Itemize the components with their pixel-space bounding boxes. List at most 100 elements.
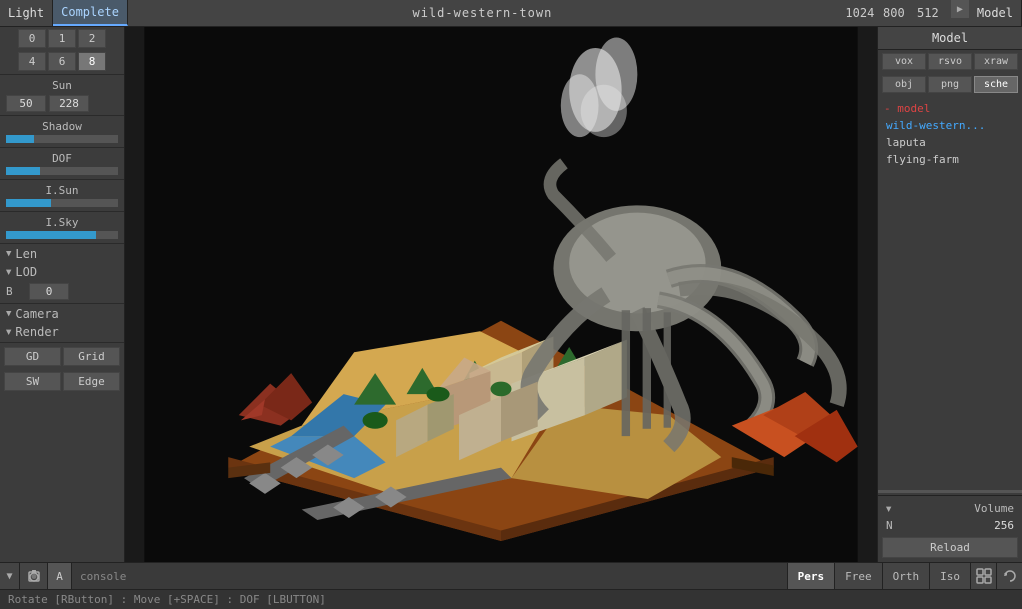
len-row[interactable]: ▼ Len [0, 245, 124, 263]
num-btn-4[interactable]: 4 [18, 52, 46, 71]
file-btn-png[interactable]: png [928, 76, 972, 93]
num-row-1: 0 1 2 [0, 27, 124, 50]
shadow-track[interactable] [6, 135, 118, 143]
b-row: B [0, 281, 124, 302]
view-iso-btn[interactable]: Iso [929, 563, 970, 589]
render-arrow: ▲ [6, 327, 11, 337]
a-button[interactable]: A [48, 563, 72, 589]
n-value: 256 [994, 519, 1014, 532]
volume-arrow: ▲ [886, 504, 891, 514]
volume-n-row: N 256 [882, 517, 1018, 534]
sun-val2-input[interactable] [49, 95, 89, 112]
len-arrow: ▼ [6, 249, 11, 259]
scene-name-area: wild-western-town [128, 0, 837, 26]
shadow-label: Shadow [0, 117, 124, 134]
tree-item-1[interactable]: laputa [878, 134, 1022, 151]
layout-icon-btn[interactable] [970, 563, 996, 589]
status-text: Rotate [RButton] : Move [+SPACE] : DOF [… [8, 593, 326, 606]
tree-group-label: - model [884, 102, 930, 115]
refresh-icon-btn[interactable] [996, 563, 1022, 589]
nav-arrow-right[interactable]: ▶ [951, 0, 969, 18]
volume-label: Volume [974, 502, 1014, 515]
dof-slider-container [0, 166, 124, 178]
tree-item-2-name: flying-farm [886, 153, 959, 166]
console-label: console [80, 570, 126, 583]
sw-edge-row: SW Edge [0, 369, 124, 394]
file-btn-rsvo[interactable]: rsvo [928, 53, 972, 70]
isky-slider-container [0, 230, 124, 242]
render-row[interactable]: ▲ Render [0, 323, 124, 341]
num-btn-6[interactable]: 6 [48, 52, 76, 71]
isky-label: I.Sky [0, 213, 124, 230]
scene-name: wild-western-town [412, 6, 552, 20]
edge-btn[interactable]: Edge [63, 372, 120, 391]
file-btn-xraw[interactable]: xraw [974, 53, 1018, 70]
camera-icon-btn[interactable] [20, 563, 48, 589]
num-row-2: 4 6 8 [0, 50, 124, 73]
lod-label: LOD [15, 265, 37, 279]
right-panel-header: Model [878, 27, 1022, 50]
gd-btn[interactable]: GD [4, 347, 61, 366]
res-extra: 512 [913, 6, 943, 20]
status-line: Rotate [RButton] : Move [+SPACE] : DOF [… [0, 589, 1022, 609]
sun-inputs [0, 93, 124, 114]
isun-label: I.Sun [0, 181, 124, 198]
isun-slider-container [0, 198, 124, 210]
complete-label: Complete [61, 5, 119, 19]
view-mode-buttons: Pers Free Orth Iso [787, 563, 970, 589]
view-pers-btn[interactable]: Pers [787, 563, 835, 589]
res-height: 800 [879, 6, 909, 20]
num-btn-1[interactable]: 1 [48, 29, 76, 48]
num-btn-0[interactable]: 0 [18, 29, 46, 48]
isun-track[interactable] [6, 199, 118, 207]
num-btn-8[interactable]: 8 [78, 52, 106, 71]
tree-item-0[interactable]: wild-western... [878, 117, 1022, 134]
file-btn-vox[interactable]: vox [882, 53, 926, 70]
file-btn-obj[interactable]: obj [882, 76, 926, 93]
bottom-arrow-btn[interactable]: ▼ [0, 563, 20, 589]
camera-arrow: ▼ [6, 309, 11, 319]
tree-group-model[interactable]: - model [878, 100, 1022, 117]
file-tree: - model wild-western... laputa flying-fa… [878, 96, 1022, 488]
n-label: N [886, 519, 893, 532]
view-orth-btn[interactable]: Orth [882, 563, 930, 589]
view-free-btn[interactable]: Free [834, 563, 882, 589]
isky-track[interactable] [6, 231, 118, 239]
gd-grid-row: GD Grid [0, 344, 124, 369]
dof-label: DOF [0, 149, 124, 166]
file-type-row-1: vox rsvo xraw [878, 50, 1022, 73]
right-panel-bottom: ▲ Volume N 256 Reload [878, 495, 1022, 562]
dof-track[interactable] [6, 167, 118, 175]
complete-tab[interactable]: Complete [53, 0, 128, 26]
sun-label: Sun [0, 76, 124, 93]
grid-btn[interactable]: Grid [63, 347, 120, 366]
b-label: B [6, 285, 26, 298]
tree-item-2[interactable]: flying-farm [878, 151, 1022, 168]
file-type-row-2: obj png sche [878, 73, 1022, 96]
right-panel-title: Model [932, 31, 968, 45]
tree-item-0-name: wild-western... [886, 119, 985, 132]
model-label: Model [977, 6, 1013, 20]
lod-arrow: ▲ [6, 267, 11, 277]
dof-fill [6, 167, 40, 175]
voxel-scene-svg [125, 27, 877, 562]
reload-button[interactable]: Reload [882, 537, 1018, 558]
viewport[interactable] [125, 27, 877, 562]
lod-row[interactable]: ▲ LOD [0, 263, 124, 281]
model-tab[interactable]: Model [969, 0, 1022, 26]
tree-item-1-name: laputa [886, 136, 926, 149]
sun-val1-input[interactable] [6, 95, 46, 112]
light-tab[interactable]: Light [0, 0, 53, 26]
camera-row[interactable]: ▼ Camera [0, 305, 124, 323]
volume-header-row: ▲ Volume [882, 500, 1018, 517]
sw-btn[interactable]: SW [4, 372, 61, 391]
file-btn-sche[interactable]: sche [974, 76, 1018, 93]
b-val-input[interactable] [29, 283, 69, 300]
num-btn-2[interactable]: 2 [78, 29, 106, 48]
bottom-bar: ▼ A console Pers Free Orth Iso [0, 562, 1022, 589]
render-label: Render [15, 325, 58, 339]
light-label: Light [8, 6, 44, 20]
console-area: console [72, 570, 787, 583]
viewport-image [125, 27, 877, 562]
shadow-slider-container [0, 134, 124, 146]
